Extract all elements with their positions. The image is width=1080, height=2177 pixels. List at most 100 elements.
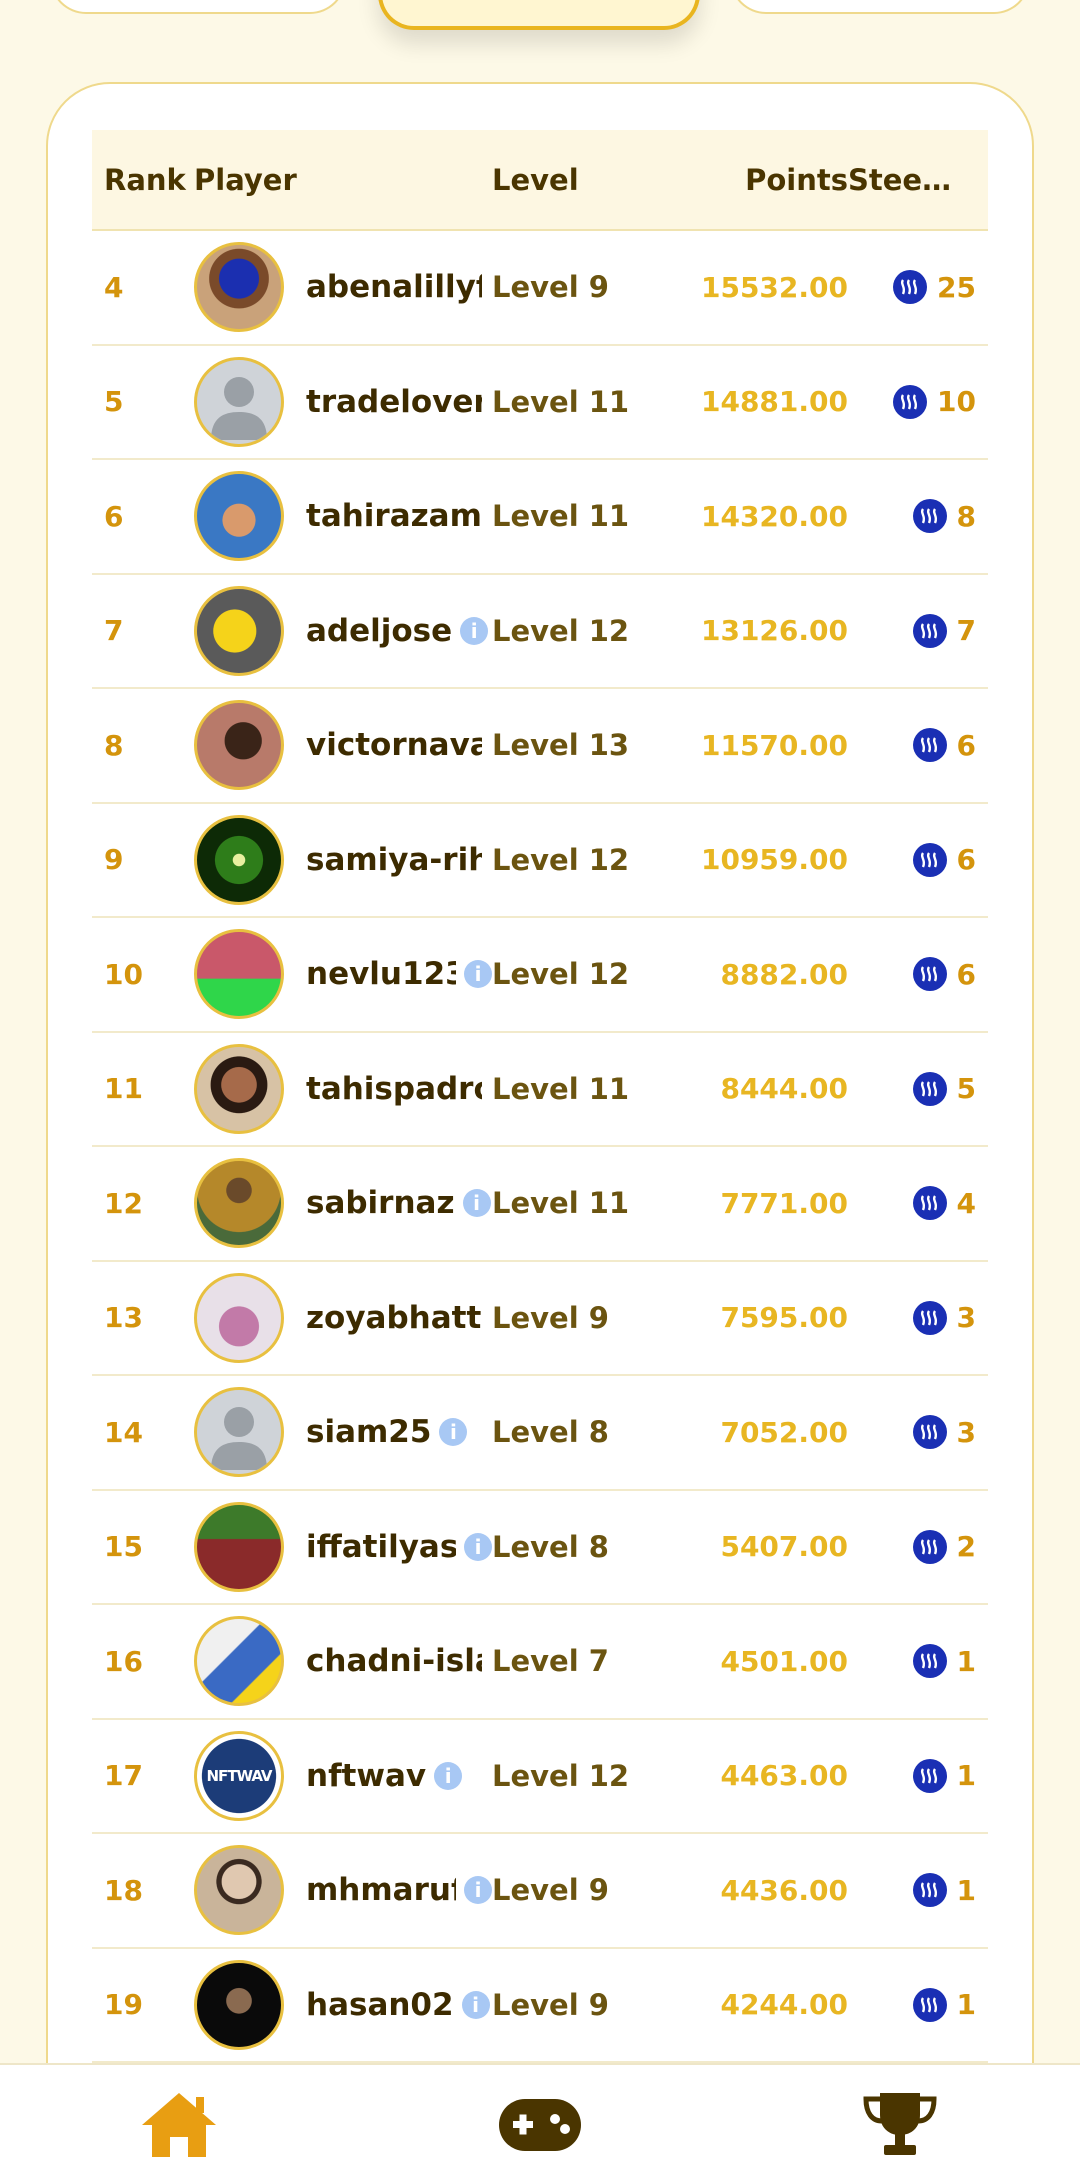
table-row[interactable]: 19 hasan02 i Level 9 4244.00 1 — [92, 1949, 988, 2063]
table-row[interactable]: 11 tahispadro Level 11 8444.00 5 — [92, 1033, 988, 1147]
avatar[interactable] — [194, 1959, 284, 2050]
avatar[interactable] — [194, 242, 284, 333]
podium-card-third — [730, 0, 1030, 14]
avatar[interactable] — [194, 1158, 284, 1249]
nav-games-button[interactable] — [495, 2085, 585, 2165]
player-name[interactable]: mhmaruf — [306, 1872, 456, 1908]
player-cell[interactable]: abenalillyf — [194, 242, 492, 333]
avatar[interactable] — [194, 1845, 284, 1936]
info-icon[interactable]: i — [464, 1876, 492, 1905]
player-cell[interactable]: mhmaruf i — [194, 1845, 492, 1936]
player-cell[interactable]: zoyabhatti — [194, 1272, 492, 1363]
info-icon[interactable]: i — [462, 1189, 491, 1218]
player-cell[interactable]: tradelover — [194, 356, 492, 447]
table-row[interactable]: 9 samiya-rih Level 12 10959.00 6 — [92, 804, 988, 918]
info-icon[interactable]: i — [461, 1990, 490, 2019]
player-cell[interactable]: tahispadro — [194, 1043, 492, 1134]
player-cell[interactable]: tahirazam — [194, 471, 492, 562]
table-row[interactable]: 12 sabirnaz i Level 11 7771.00 4 — [92, 1147, 988, 1262]
player-name[interactable]: tradelover — [306, 384, 482, 420]
player-name[interactable]: tahirazam — [306, 498, 482, 534]
avatar[interactable] — [194, 700, 284, 791]
gamepad-icon — [499, 2099, 581, 2151]
avatar[interactable] — [194, 356, 284, 447]
nav-leaderboard-button[interactable] — [855, 2085, 945, 2165]
info-icon[interactable]: i — [464, 1532, 492, 1561]
table-row[interactable]: 5 tradelover Level 11 14881.00 10 — [92, 346, 988, 460]
info-icon[interactable]: i — [460, 616, 489, 645]
steem-reward-cell: 5 — [848, 1071, 988, 1106]
player-cell[interactable]: NFTWAV nftwav i — [194, 1730, 492, 1821]
table-row[interactable]: 16 chadni-isla Level 7 4501.00 1 — [92, 1605, 988, 1720]
player-cell[interactable]: iffatilyas i — [194, 1501, 492, 1592]
player-name[interactable]: nevlu123 — [306, 956, 456, 992]
player-name[interactable]: zoyabhatti — [306, 1300, 482, 1336]
header-player[interactable]: Player — [194, 163, 492, 197]
header-rank[interactable]: Rank — [92, 163, 194, 197]
player-cell[interactable]: samiya-rih — [194, 814, 492, 905]
table-row[interactable]: 15 iffatilyas i Level 8 5407.00 2 — [92, 1491, 988, 1605]
info-icon[interactable]: i — [439, 1418, 468, 1447]
player-name[interactable]: siam25 — [306, 1414, 431, 1450]
avatar[interactable] — [194, 471, 284, 562]
header-steem-reward[interactable]: Steem R... — [848, 163, 988, 197]
table-row[interactable]: 8 victornava Level 13 11570.00 6 — [92, 689, 988, 804]
player-name[interactable]: sabirnaz — [306, 1185, 455, 1221]
player-name[interactable]: samiya-rih — [306, 842, 482, 878]
avatar[interactable] — [194, 585, 284, 676]
nav-home-button[interactable] — [134, 2085, 224, 2165]
player-cell[interactable]: chadni-isla — [194, 1616, 492, 1707]
points-cell: 5407.00 — [720, 1530, 848, 1564]
player-cell[interactable]: hasan02 i — [194, 1959, 492, 2050]
points-cell: 4463.00 — [720, 1759, 848, 1793]
player-name[interactable]: nftwav — [306, 1758, 426, 1794]
steem-reward-cell: 1 — [848, 1987, 988, 2022]
steem-icon — [912, 1873, 947, 1908]
player-name[interactable]: hasan02 — [306, 1987, 454, 2023]
avatar[interactable] — [194, 814, 284, 905]
table-row[interactable]: 7 adeljose i Level 12 13126.00 7 — [92, 575, 988, 689]
player-cell[interactable]: siam25 i — [194, 1387, 492, 1478]
steem-reward-value: 1 — [956, 1873, 976, 1907]
player-cell[interactable]: nevlu123 i — [194, 929, 492, 1020]
rank-cell: 7 — [104, 614, 124, 648]
player-name[interactable]: victornava — [306, 727, 482, 763]
rank-cell: 8 — [104, 728, 124, 762]
steem-reward-value: 6 — [956, 843, 976, 877]
level-cell: Level 11 — [492, 384, 630, 419]
player-name[interactable]: tahispadro — [306, 1071, 482, 1107]
header-points[interactable]: Points — [642, 163, 848, 197]
player-cell[interactable]: sabirnaz i — [194, 1158, 492, 1249]
table-row[interactable]: 4 abenalillyf Level 9 15532.00 25 — [92, 231, 988, 346]
table-row[interactable]: 6 tahirazam Level 11 14320.00 8 — [92, 460, 988, 575]
avatar[interactable] — [194, 1387, 284, 1478]
steem-reward-value: 1 — [956, 1988, 976, 2022]
steem-reward-value: 3 — [956, 1415, 976, 1449]
points-cell: 7771.00 — [720, 1186, 848, 1220]
player-name[interactable]: abenalillyf — [306, 269, 482, 305]
player-name[interactable]: adeljose — [306, 613, 452, 649]
home-icon — [142, 2093, 216, 2157]
table-row[interactable]: 17 NFTWAV nftwav i Level 12 4463.00 1 — [92, 1720, 988, 1834]
table-row[interactable]: 13 zoyabhatti Level 9 7595.00 3 — [92, 1262, 988, 1376]
info-icon[interactable]: i — [434, 1761, 463, 1790]
steem-icon — [912, 957, 947, 992]
avatar[interactable] — [194, 1043, 284, 1134]
level-cell: Level 11 — [492, 1071, 630, 1106]
header-level[interactable]: Level — [492, 163, 642, 197]
info-icon[interactable]: i — [464, 960, 492, 989]
table-row[interactable]: 18 mhmaruf i Level 9 4436.00 1 — [92, 1834, 988, 1949]
table-row[interactable]: 10 nevlu123 i Level 12 8882.00 6 — [92, 918, 988, 1033]
level-cell: Level 9 — [492, 1987, 609, 2022]
player-name[interactable]: chadni-isla — [306, 1643, 482, 1679]
avatar[interactable] — [194, 929, 284, 1020]
avatar[interactable] — [194, 1501, 284, 1592]
avatar[interactable]: NFTWAV — [194, 1730, 284, 1821]
table-row[interactable]: 14 siam25 i Level 8 7052.00 3 — [92, 1376, 988, 1491]
avatar[interactable] — [194, 1616, 284, 1707]
player-name[interactable]: iffatilyas — [306, 1529, 456, 1565]
rank-cell: 19 — [104, 1988, 143, 2022]
player-cell[interactable]: adeljose i — [194, 585, 492, 676]
avatar[interactable] — [194, 1272, 284, 1363]
player-cell[interactable]: victornava — [194, 700, 492, 791]
